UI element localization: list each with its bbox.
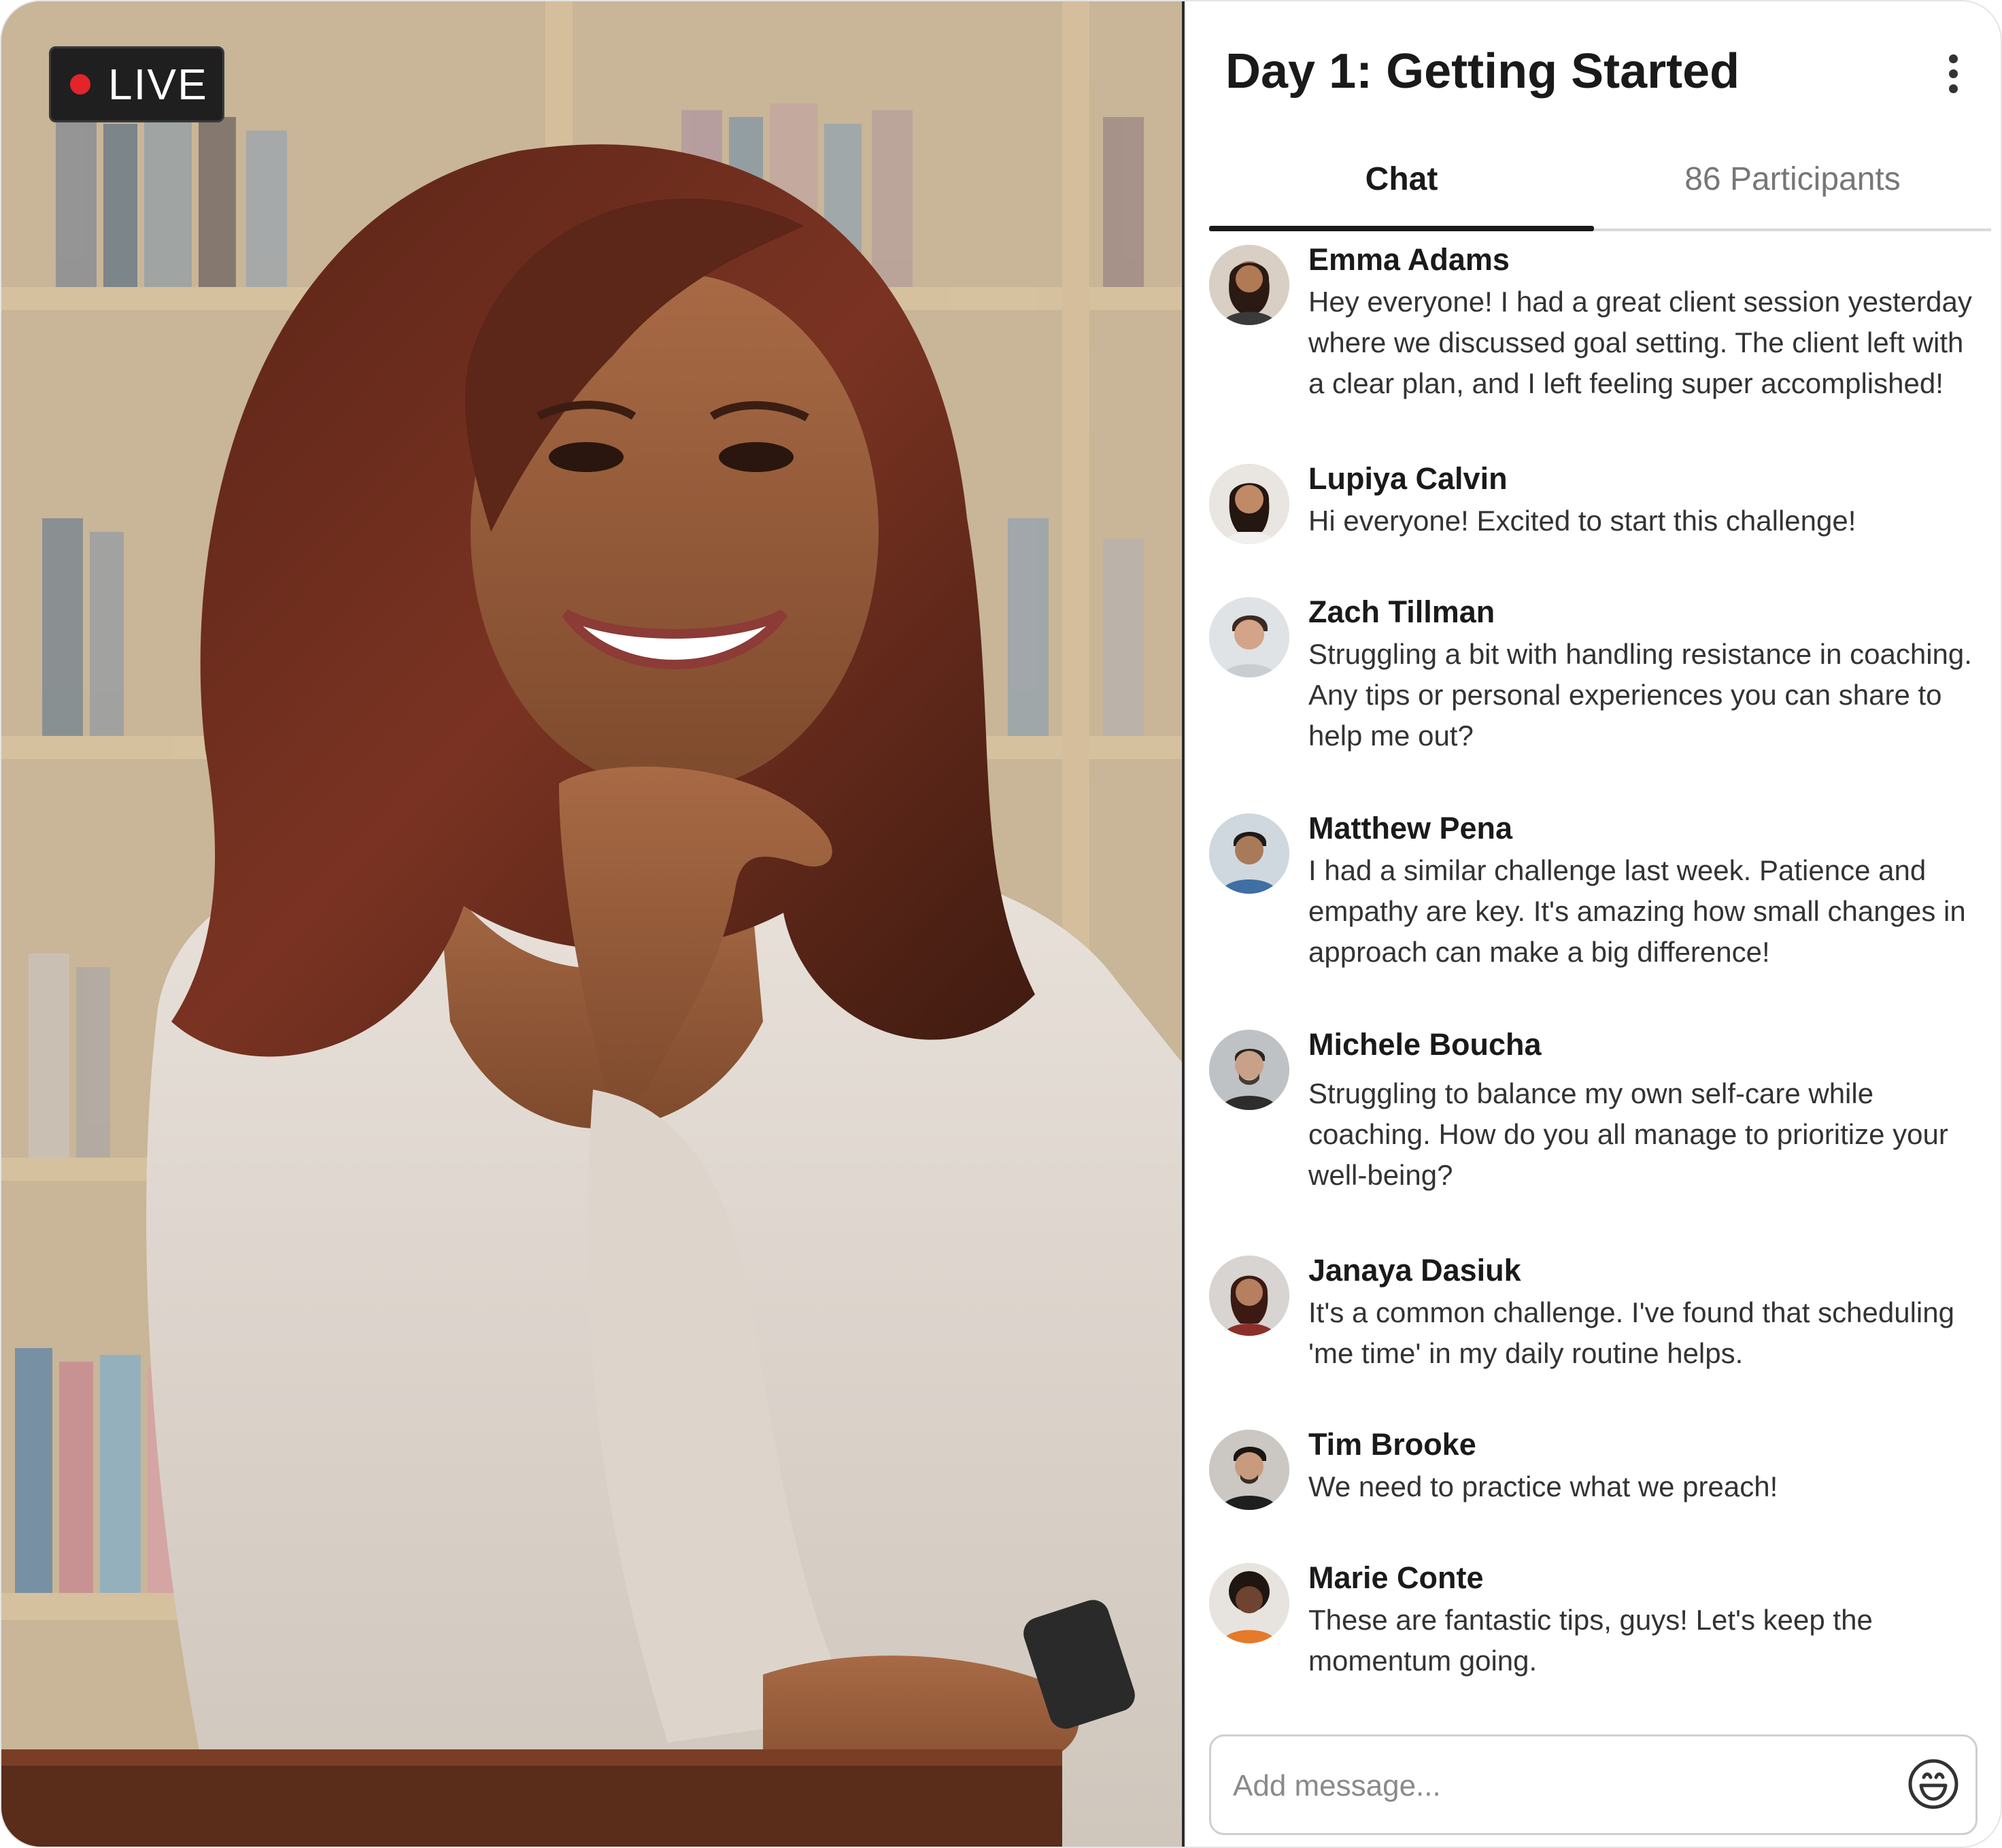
message-author: Michele Boucha <box>1308 1027 1542 1062</box>
avatar[interactable] <box>1209 1430 1289 1510</box>
chat-message: Marie Conte These are fantastic tips, gu… <box>1209 1556 1984 1706</box>
panel-tabs: Chat 86 Participants <box>1209 151 1991 233</box>
chat-message: Emma Adams Hey everyone! I had a great c… <box>1209 238 1984 457</box>
chat-message-list[interactable]: Emma Adams Hey everyone! I had a great c… <box>1209 238 1984 1706</box>
message-composer <box>1209 1734 1978 1835</box>
message-text: These are fantastic tips, guys! Let's ke… <box>1308 1604 1873 1677</box>
message-author: Lupiya Calvin <box>1308 461 1508 496</box>
message-text: Hi everyone! Excited to start this chall… <box>1308 505 1856 537</box>
message-author: Emma Adams <box>1308 242 1510 277</box>
avatar[interactable] <box>1209 597 1289 677</box>
message-text: It's a common challenge. I've found that… <box>1308 1296 1954 1369</box>
app-frame: LIVE Day 1: Getting Started Chat 86 Part… <box>0 0 2002 1848</box>
message-author: Janaya Dasiuk <box>1308 1253 1521 1288</box>
avatar[interactable] <box>1209 813 1289 894</box>
live-badge: LIVE <box>49 46 224 122</box>
avatar[interactable] <box>1209 245 1289 325</box>
tab-chat[interactable]: Chat <box>1209 161 1594 222</box>
message-author: Marie Conte <box>1308 1560 1484 1595</box>
message-text: Struggling to balance my own self-care w… <box>1308 1077 1948 1191</box>
avatar[interactable] <box>1209 1563 1289 1643</box>
message-text: I had a similar challenge last week. Pat… <box>1308 854 1966 968</box>
chat-panel: Day 1: Getting Started Chat 86 Participa… <box>1185 1 2001 1847</box>
message-author: Zach Tillman <box>1308 594 1495 629</box>
smiley-emoji-icon[interactable] <box>1906 1757 1961 1811</box>
live-label: LIVE <box>108 60 208 109</box>
session-title: Day 1: Getting Started <box>1225 44 1740 99</box>
more-vertical-icon[interactable] <box>1939 54 1967 98</box>
avatar[interactable] <box>1209 1256 1289 1336</box>
avatar[interactable] <box>1209 1030 1289 1110</box>
chat-message: Tim Brooke We need to practice what we p… <box>1209 1423 1984 1556</box>
chat-message: Matthew Pena I had a similar challenge l… <box>1209 807 1984 1023</box>
chat-message: Michele Boucha Struggling to balance my … <box>1209 1023 1984 1249</box>
message-text: Hey everyone! I had a great client sessi… <box>1308 286 1972 399</box>
chat-message: Zach Tillman Struggling a bit with handl… <box>1209 590 1984 807</box>
message-author: Tim Brooke <box>1308 1427 1476 1462</box>
chat-message: Janaya Dasiuk It's a common challenge. I… <box>1209 1249 1984 1423</box>
chat-message: Lupiya Calvin Hi everyone! Excited to st… <box>1209 457 1984 590</box>
message-input[interactable] <box>1232 1757 1887 1815</box>
presenter-video-frame <box>1 1 1182 1847</box>
active-tab-indicator <box>1209 226 1594 231</box>
live-video-stage[interactable]: LIVE <box>1 1 1182 1847</box>
message-author: Matthew Pena <box>1308 811 1513 845</box>
live-indicator-dot-icon <box>70 74 90 95</box>
avatar[interactable] <box>1209 464 1289 544</box>
tab-participants[interactable]: 86 Participants <box>1594 161 1991 222</box>
message-text: We need to practice what we preach! <box>1308 1471 1778 1502</box>
message-text: Struggling a bit with handling resistanc… <box>1308 638 1972 752</box>
